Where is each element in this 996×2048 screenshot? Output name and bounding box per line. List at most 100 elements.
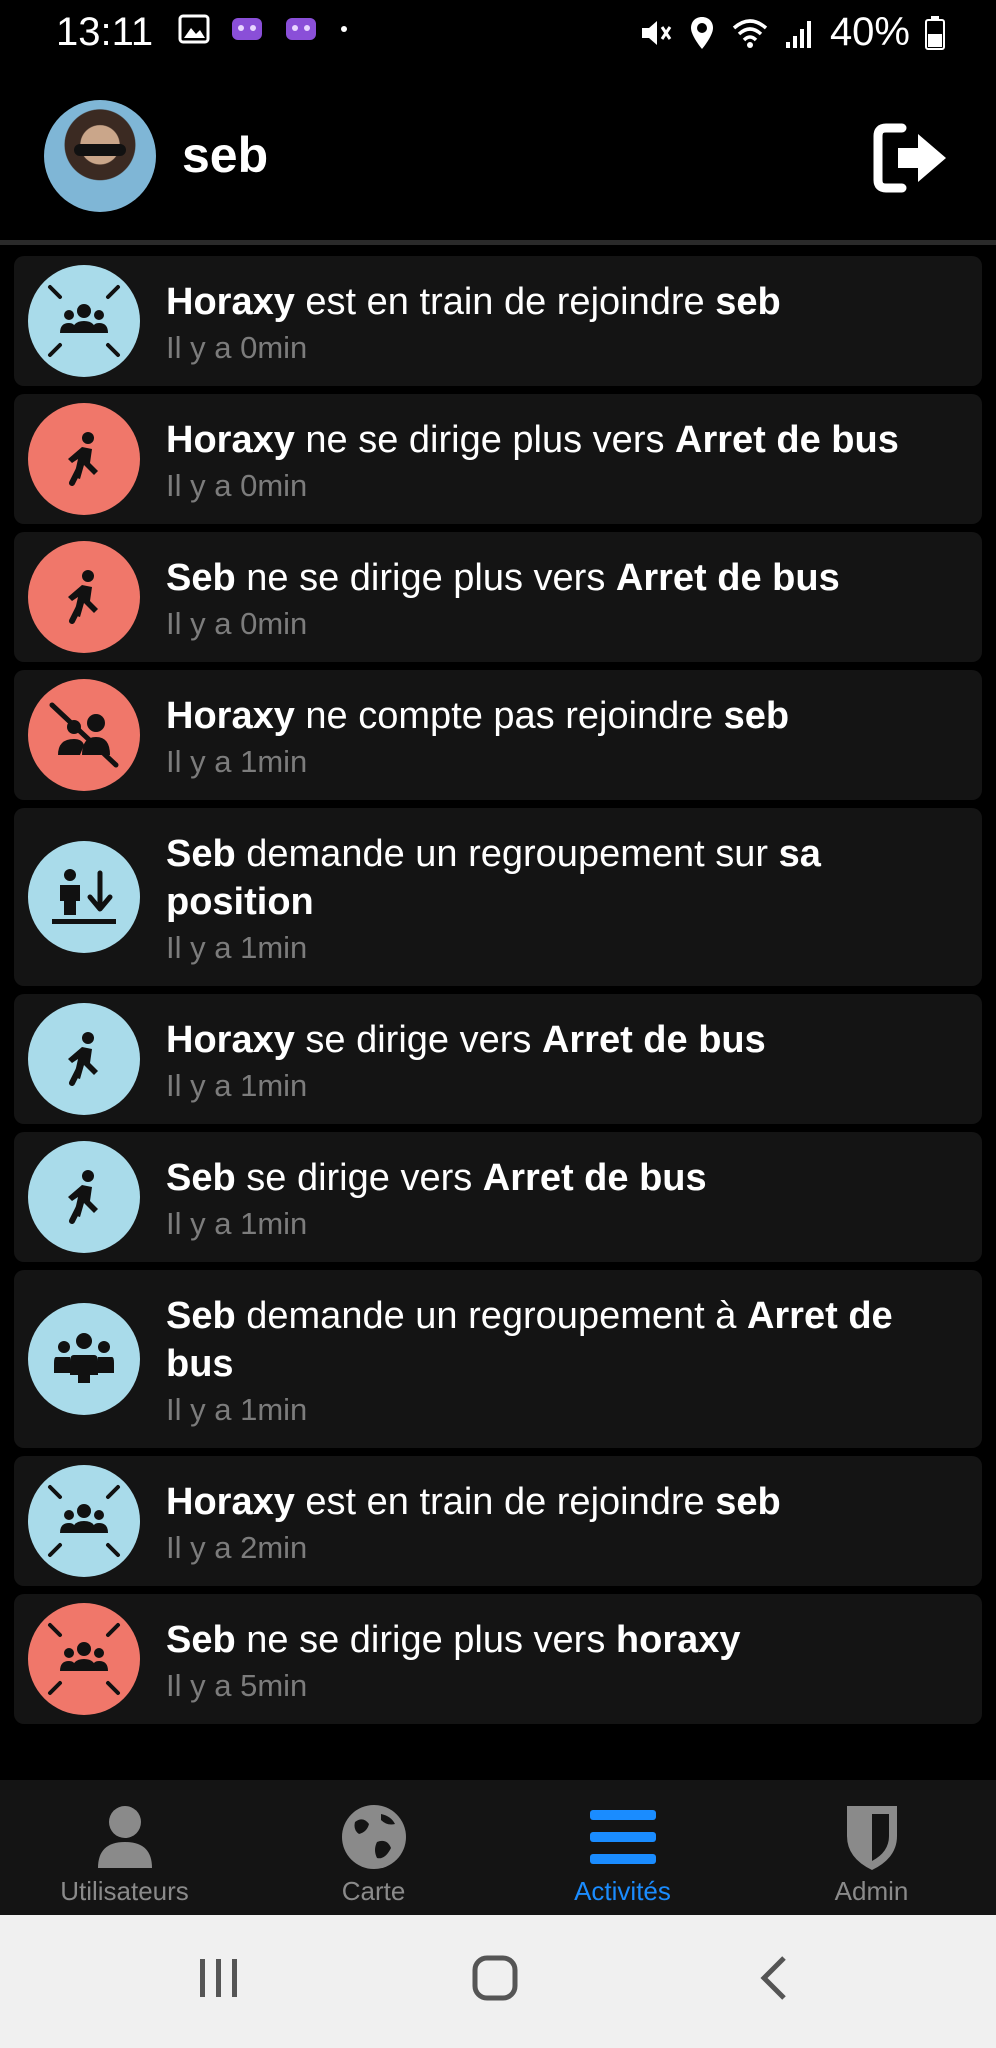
activity-emphasis: Arret de bus xyxy=(482,1157,707,1199)
dot-icon xyxy=(341,26,347,32)
activity-emphasis: seb xyxy=(723,695,790,737)
activity-time: Il y a 0min xyxy=(166,330,308,365)
activity-text: demande un regroupement à xyxy=(235,1295,747,1337)
walking-icon xyxy=(28,1141,140,1253)
activity-emphasis: Arret de bus xyxy=(541,1019,766,1061)
tab-utilisateurs[interactable]: Utilisateurs xyxy=(0,1780,249,1915)
activity-message: Horaxy est en train de rejoindre seb xyxy=(166,278,962,326)
activity-message: Horaxy se dirige vers Arret de bus xyxy=(166,1016,962,1064)
group-icon xyxy=(28,1303,140,1415)
tab-label: Activités xyxy=(574,1876,671,1906)
system-nav xyxy=(0,1915,996,2048)
activity-time: Il y a 5min xyxy=(166,1668,308,1703)
tab-admin[interactable]: Admin xyxy=(747,1780,996,1915)
signal-icon xyxy=(785,20,811,48)
activity-emphasis: Horaxy xyxy=(166,1481,295,1523)
walking-icon xyxy=(28,403,140,515)
shield-icon xyxy=(846,1806,897,1870)
tab-label: Admin xyxy=(834,1876,909,1906)
activity-emphasis: seb xyxy=(715,1481,781,1523)
back-icon[interactable] xyxy=(750,1953,800,2003)
activity-message: Horaxy est en train de rejoindre seb xyxy=(166,1478,962,1526)
activity-item[interactable]: Horaxy ne compte pas rejoindre seb Il y a… xyxy=(14,670,982,800)
screen: 13:11 40% seb Horaxy est en train de rej… xyxy=(0,0,996,2048)
activity-time: Il y a 1min xyxy=(166,1068,308,1103)
activity-emphasis: Arret de bus xyxy=(675,419,899,461)
activity-item[interactable]: Seb demande un regroupement à Arret de b… xyxy=(14,1270,982,1448)
activity-text: se dirige vers xyxy=(294,1019,542,1061)
tab-label: Utilisateurs xyxy=(60,1876,189,1906)
activity-item[interactable]: Horaxy ne se dirige plus vers Arret de b… xyxy=(14,394,982,524)
group-join-icon xyxy=(28,265,140,377)
header-divider xyxy=(0,240,996,245)
activity-message: Seb se dirige vers Arret de bus xyxy=(166,1154,962,1202)
status-time: 13:11 xyxy=(56,10,154,54)
activity-emphasis: Horaxy xyxy=(166,281,295,323)
activity-emphasis: Horaxy xyxy=(166,1019,295,1061)
activity-message: Seb demande un regroupement à Arret de b… xyxy=(166,1292,962,1388)
status-left-icons xyxy=(178,14,350,44)
activity-text: demande un regroupement sur xyxy=(235,833,779,875)
home-icon[interactable] xyxy=(470,1953,520,2003)
tab-label: Carte xyxy=(341,1876,406,1906)
activity-emphasis: seb xyxy=(715,281,781,323)
activity-text: ne compte pas rejoindre xyxy=(294,695,724,737)
activity-emphasis: Seb xyxy=(166,557,236,599)
user-icon xyxy=(97,1806,152,1868)
activity-message: Horaxy ne se dirige plus vers Arret de b… xyxy=(166,416,962,464)
activity-time: Il y a 0min xyxy=(166,606,308,641)
activity-time: Il y a 1min xyxy=(166,930,308,965)
app-header: seb xyxy=(0,80,996,240)
activity-message: Seb ne se dirige plus vers Arret de bus xyxy=(166,554,962,602)
activity-emphasis: horaxy xyxy=(615,1619,741,1661)
activity-emphasis: Seb xyxy=(166,1295,236,1337)
activity-emphasis: Horaxy xyxy=(166,695,295,737)
activity-time: Il y a 0min xyxy=(166,468,308,503)
group-off-icon xyxy=(28,679,140,791)
status-bar: 13:11 40% xyxy=(0,0,996,70)
activity-emphasis: Seb xyxy=(166,833,236,875)
activity-time: Il y a 2min xyxy=(166,1530,308,1565)
activity-text: ne se dirige plus vers xyxy=(235,557,616,599)
list-icon xyxy=(589,1810,656,1864)
activity-item[interactable]: Seb ne se dirige plus vers Arret de bus I… xyxy=(14,532,982,662)
regroup-here-icon xyxy=(28,841,140,953)
wifi-icon xyxy=(732,18,768,48)
activity-message: Horaxy ne compte pas rejoindre seb xyxy=(166,692,962,740)
activity-emphasis: Horaxy xyxy=(166,419,295,461)
tab-carte[interactable]: Carte xyxy=(249,1780,498,1915)
recent-apps-icon[interactable] xyxy=(194,1953,244,2003)
walking-icon xyxy=(28,1003,140,1115)
group-join-icon xyxy=(28,1465,140,1577)
activity-message: Seb ne se dirige plus vers horaxy xyxy=(166,1616,962,1664)
activity-emphasis: Seb xyxy=(166,1157,236,1199)
activity-text: ne se dirige plus vers xyxy=(294,419,676,461)
status-right-icons: 40% xyxy=(638,10,946,55)
app-icon xyxy=(232,18,262,40)
walking-icon xyxy=(28,541,140,653)
battery-percent: 40% xyxy=(829,10,910,54)
battery-icon xyxy=(925,15,945,50)
tab-activites[interactable]: Activités xyxy=(498,1780,747,1915)
activity-text: est en train de rejoindre xyxy=(294,1481,716,1523)
location-icon xyxy=(690,16,713,49)
activity-emphasis: Arret de bus xyxy=(615,557,840,599)
activity-time: Il y a 1min xyxy=(166,1206,308,1241)
activity-item[interactable]: Seb demande un regroupement sur sa posit… xyxy=(14,808,982,986)
activity-item[interactable]: Horaxy se dirige vers Arret de bus Il y a… xyxy=(14,994,982,1124)
activity-item[interactable]: Horaxy est en train de rejoindre seb Il y… xyxy=(14,1456,982,1586)
activity-emphasis: Seb xyxy=(166,1619,236,1661)
activity-item[interactable]: Seb ne se dirige plus vers horaxy Il y a … xyxy=(14,1594,982,1724)
activity-text: est en train de rejoindre xyxy=(294,281,716,323)
avatar[interactable] xyxy=(44,100,156,212)
activity-item[interactable]: Seb se dirige vers Arret de bus Il y a 1m… xyxy=(14,1132,982,1262)
logout-icon[interactable] xyxy=(872,120,952,196)
activity-item[interactable]: Horaxy est en train de rejoindre seb Il y… xyxy=(14,256,982,386)
activity-list[interactable]: Horaxy est en train de rejoindre seb Il y… xyxy=(14,256,982,1780)
activity-text: ne se dirige plus vers xyxy=(235,1619,616,1661)
image-icon xyxy=(178,14,210,44)
activity-text: se dirige vers xyxy=(235,1157,483,1199)
username: seb xyxy=(182,127,269,183)
activity-message: Seb demande un regroupement sur sa posit… xyxy=(166,830,962,926)
activity-time: Il y a 1min xyxy=(166,1392,308,1427)
